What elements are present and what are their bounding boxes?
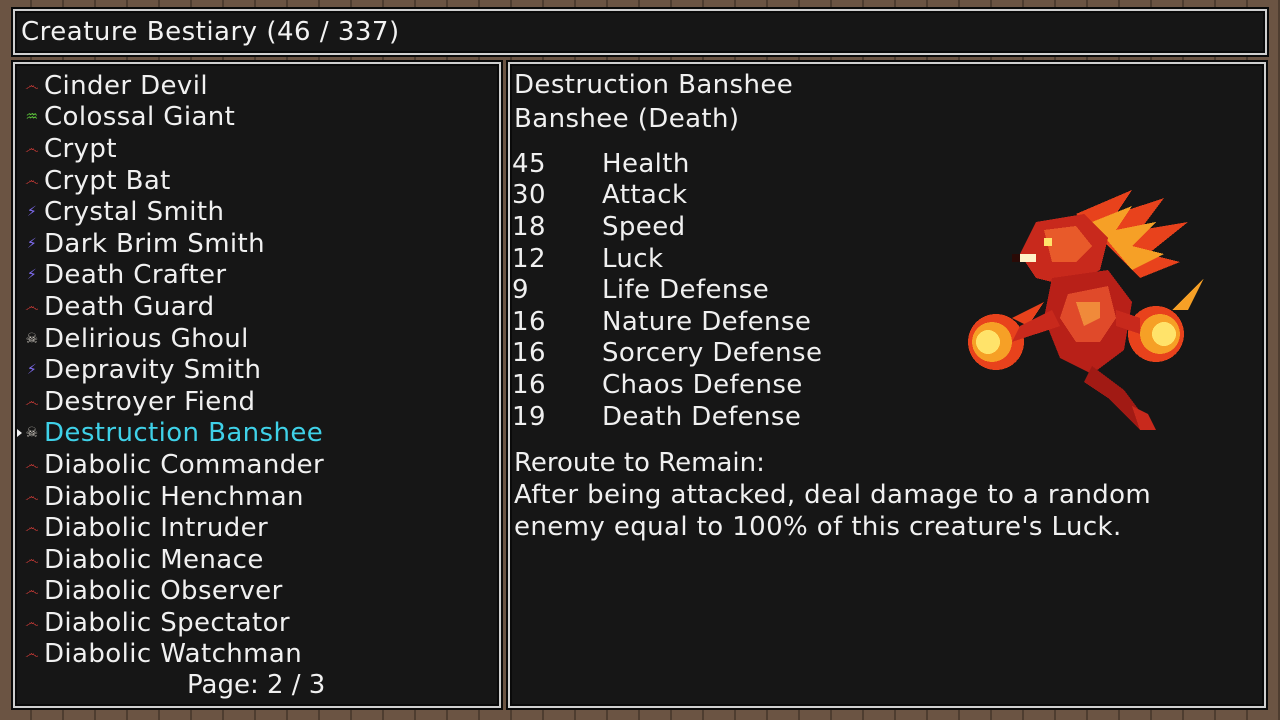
creature-name: Crypt Bat [44,165,171,196]
creature-name: Crypt [44,133,117,164]
stat-label: Death Defense [602,401,802,432]
stat-row: 16 Chaos Defense [512,369,822,401]
stat-row: 30 Attack [512,180,822,212]
creature-list: ෴ Cinder Devil ♒ Colossal Giant ෴ Crypt … [17,70,324,671]
creature-name: Diabolic Commander [44,449,325,480]
creature-title: Destruction Banshee [514,70,794,100]
devil-swirl-icon: ෴ [25,456,39,473]
devil-swirl-icon: ෴ [25,614,39,631]
creature-name: Crystal Smith [44,197,225,228]
bestiary-title: Creature Bestiary (46 / 337) [21,17,400,47]
devil-swirl-icon: ෴ [25,393,39,410]
page-indicator: Page: 2 / 3 [187,670,326,700]
list-item[interactable]: ෴ Diabolic Observer [23,576,324,608]
list-item[interactable]: ⚡ Dark Brim Smith [23,228,324,260]
creature-name: Diabolic Intruder [44,513,269,544]
stat-value: 9 [512,275,529,306]
list-item[interactable]: ෴ Diabolic Menace [23,544,324,576]
stat-value: 12 [512,243,546,274]
devil-swirl-icon: ෴ [25,551,39,568]
creature-name: Death Guard [44,291,215,322]
creature-name: Diabolic Watchman [44,639,303,670]
death-skull-icon: ☠ [25,425,39,442]
creature-name: Depravity Smith [44,355,262,386]
creature-name: Diabolic Menace [44,544,264,575]
list-item[interactable]: ෴ Diabolic Intruder [23,512,324,544]
creature-name: Diabolic Henchman [44,481,304,512]
list-item[interactable]: ⚡ Crystal Smith [23,196,324,228]
nature-leaf-icon: ♒ [25,109,39,126]
devil-swirl-icon: ෴ [25,140,39,157]
stat-value: 18 [512,211,546,242]
list-item[interactable]: ⚡ Death Crafter [23,260,324,292]
devil-swirl-icon: ෴ [25,583,39,600]
creature-name: Diabolic Observer [44,576,283,607]
death-skull-icon: ☠ [25,330,39,347]
title-bar: Creature Bestiary (46 / 337) [13,9,1267,55]
devil-swirl-icon: ෴ [25,77,39,94]
list-item[interactable]: ෴ Crypt [23,133,324,165]
stat-row: 45 Health [512,148,822,180]
list-item[interactable]: ෴ Diabolic Henchman [23,481,324,513]
stat-value: 16 [512,338,546,369]
stat-value: 30 [512,180,546,211]
stat-row: 18 Speed [512,211,822,243]
list-item[interactable]: ෴ Diabolic Commander [23,449,324,481]
creature-detail-panel: Destruction Banshee Banshee (Death) 45 H… [508,62,1266,708]
selection-cursor-icon [17,429,22,438]
stat-label: Chaos Defense [602,369,803,400]
creature-name: Dark Brim Smith [44,228,266,259]
list-item[interactable]: ෴ Death Guard [23,291,324,323]
list-item[interactable]: ♒ Colossal Giant [23,102,324,134]
stat-value: 45 [512,148,546,179]
stat-label: Health [602,148,690,179]
list-item[interactable]: ෴ Cinder Devil [23,70,324,102]
creature-name: Diabolic Spectator [44,607,291,638]
creature-name: Destruction Banshee [44,418,324,449]
stat-label: Nature Defense [602,306,812,337]
sorcery-bolt-icon: ⚡ [26,204,38,221]
stat-label: Speed [602,211,686,242]
list-item[interactable]: ☠ Delirious Ghoul [23,323,324,355]
stat-value: 16 [512,369,546,400]
list-item[interactable]: ෴ Crypt Bat [23,165,324,197]
list-item[interactable]: ⚡ Depravity Smith [23,354,324,386]
creature-name: Delirious Ghoul [44,323,249,354]
stat-row: 16 Sorcery Defense [512,338,822,370]
stat-value: 19 [512,401,546,432]
sorcery-bolt-icon: ⚡ [26,362,38,379]
stats-table: 45 Health 30 Attack 18 Speed 12 Luck 9 L… [512,148,822,432]
list-item[interactable]: ෴ Diabolic Spectator [23,607,324,639]
creature-name: Destroyer Fiend [44,386,256,417]
stat-row: 19 Death Defense [512,401,822,433]
devil-swirl-icon: ෴ [25,646,39,663]
stat-row: 16 Nature Defense [512,306,822,338]
creature-list-panel: ෴ Cinder Devil ♒ Colossal Giant ෴ Crypt … [13,62,501,708]
sorcery-bolt-icon: ⚡ [26,267,38,284]
list-item-selected[interactable]: ☠ Destruction Banshee [17,418,324,450]
stat-label: Life Defense [602,275,770,306]
stat-label: Sorcery Defense [602,338,823,369]
stat-row: 9 Life Defense [512,274,822,306]
creature-name: Death Crafter [44,260,227,291]
list-item[interactable]: ෴ Diabolic Watchman [23,639,324,671]
devil-swirl-icon: ෴ [25,488,39,505]
devil-swirl-icon: ෴ [25,172,39,189]
devil-swirl-icon: ෴ [25,520,39,537]
creature-name: Colossal Giant [44,102,236,133]
game-screen: Creature Bestiary (46 / 337) ෴ Cinder De… [0,0,1280,720]
stat-value: 16 [512,306,546,337]
devil-swirl-icon: ෴ [25,298,39,315]
creature-type: Banshee (Death) [514,104,740,134]
ability-title: Reroute to Remain: [514,448,765,478]
creature-name: Cinder Devil [44,70,208,101]
ability-description: After being attacked, deal damage to a r… [514,480,1152,542]
list-item[interactable]: ෴ Destroyer Fiend [23,386,324,418]
stat-row: 12 Luck [512,243,822,275]
stat-label: Attack [602,180,688,211]
stat-label: Luck [602,243,664,274]
sorcery-bolt-icon: ⚡ [26,235,38,252]
destruction-banshee-sprite [968,190,1204,430]
